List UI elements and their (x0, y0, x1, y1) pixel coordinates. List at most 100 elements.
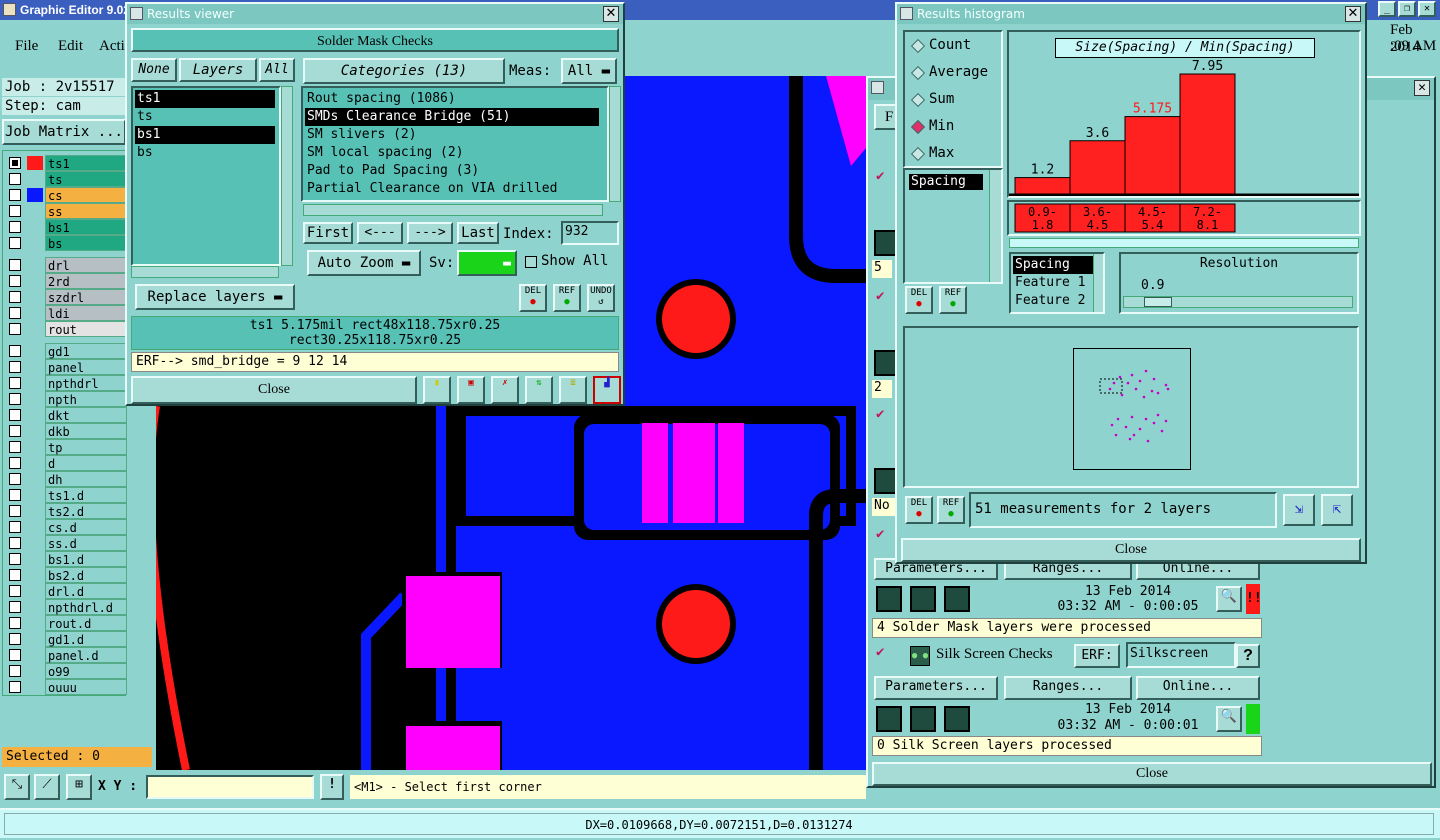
layer-name[interactable]: dkb (45, 423, 127, 439)
layer-result-item[interactable]: ts1 (135, 90, 275, 108)
layer-row[interactable]: cs (5, 187, 127, 203)
menu-actions[interactable]: Acti (99, 38, 125, 55)
viewer-close-button[interactable]: Close (131, 376, 417, 404)
layer-checkbox[interactable] (9, 237, 21, 249)
check-mark-icon[interactable]: ✔ (876, 288, 884, 304)
layer-checkbox[interactable] (9, 221, 21, 233)
viewer-close-icon[interactable]: ✕ (603, 6, 619, 22)
layer-row[interactable]: bs2.d (5, 567, 127, 583)
checklist-close-button[interactable]: Close (872, 762, 1432, 786)
xy-input[interactable] (146, 775, 314, 799)
layer-name[interactable]: ts (45, 171, 127, 187)
sv-color-dropdown[interactable]: ▬ (457, 250, 517, 276)
resolution-slider[interactable] (1123, 296, 1353, 308)
histogram-close-icon[interactable]: ✕ (1345, 6, 1361, 22)
check-mark-icon[interactable]: ✔ (876, 526, 884, 542)
silk-online-button[interactable]: Online... (1136, 676, 1260, 700)
layer-checkbox[interactable] (9, 505, 21, 517)
layer-checkbox[interactable] (9, 489, 21, 501)
layer-checkbox[interactable] (9, 569, 21, 581)
warning-icon[interactable]: ! (320, 774, 344, 800)
layer-row[interactable]: ouuu (5, 679, 127, 695)
option-radio-icon[interactable] (910, 65, 926, 81)
layer-row[interactable]: ss.d (5, 535, 127, 551)
layer-checkbox[interactable] (9, 601, 21, 613)
layers-button[interactable]: Layers (179, 58, 257, 82)
export-icon[interactable]: ⇲ (1283, 494, 1315, 526)
category-item[interactable]: SM slivers (2) (305, 126, 599, 144)
layer-color-swatch[interactable] (27, 376, 43, 390)
layer-color-swatch[interactable] (27, 664, 43, 678)
layer-color-swatch[interactable] (27, 290, 43, 304)
layer-checkbox[interactable] (9, 275, 21, 287)
layer-color-swatch[interactable] (27, 648, 43, 662)
option-radio-icon[interactable] (910, 119, 926, 135)
layer-row[interactable]: drl.d (5, 583, 127, 599)
layer-color-swatch[interactable] (27, 680, 43, 694)
layer-row[interactable]: npth (5, 391, 127, 407)
auto-zoom-dropdown[interactable]: Auto Zoom ▬ (307, 250, 421, 276)
option-label[interactable]: Max (929, 145, 954, 161)
layer-name[interactable]: panel (45, 359, 127, 375)
layer-checkbox[interactable] (9, 473, 21, 485)
category-item[interactable]: Pad to Pad Spacing (3) (305, 162, 599, 180)
silk-zoom-icon[interactable]: 🔍 (1216, 706, 1242, 732)
option-label[interactable]: Average (929, 64, 988, 80)
layer-row[interactable]: cs.d (5, 519, 127, 535)
layer-checkbox[interactable] (9, 189, 21, 201)
layer-checkbox[interactable] (9, 157, 21, 169)
histogram-ref-icon[interactable]: REF ● (939, 286, 967, 314)
first-button[interactable]: First (303, 222, 353, 244)
histogram-hscroll[interactable] (1009, 238, 1359, 248)
layer-row[interactable]: ts1.d (5, 487, 127, 503)
layer-color-swatch[interactable] (27, 424, 43, 438)
layer-checkbox[interactable] (9, 537, 21, 549)
layer-checkbox[interactable] (9, 409, 21, 421)
feature-item-2[interactable]: Feature 2 (1013, 292, 1093, 310)
histogram-bar[interactable] (1179, 73, 1236, 196)
layer-name[interactable]: ss (45, 203, 127, 219)
notes-icon[interactable]: ≣ (559, 376, 587, 404)
layer-name[interactable]: o99 (45, 663, 127, 679)
layer-checkbox[interactable] (9, 205, 21, 217)
option-radio-icon[interactable] (910, 38, 926, 54)
layer-name[interactable]: cs (45, 187, 127, 203)
layer-checkbox[interactable] (9, 649, 21, 661)
next-button[interactable]: ---> (407, 222, 453, 244)
layer-name[interactable]: rout (45, 321, 127, 337)
layer-row[interactable]: gd1 (5, 343, 127, 359)
layer-result-item[interactable]: bs1 (135, 126, 275, 144)
layer-color-swatch[interactable] (27, 568, 43, 582)
menu-edit[interactable]: Edit (58, 38, 83, 55)
category-item[interactable]: SMDs Clearance Bridge (51) (305, 108, 599, 126)
spacing-scrollbar[interactable] (989, 170, 1001, 282)
layer-name[interactable]: bs2.d (45, 567, 127, 583)
close-icon[interactable]: ✕ (1418, 1, 1436, 17)
none-button[interactable]: None (131, 58, 177, 82)
scatter-del-icon[interactable]: DEL ● (905, 496, 933, 524)
run-icon[interactable] (876, 706, 902, 732)
layer-row[interactable]: o99 (5, 663, 127, 679)
menu-file[interactable]: File (15, 38, 38, 55)
layer-name[interactable]: d (45, 455, 127, 471)
layer-color-swatch[interactable] (27, 632, 43, 646)
layer-name[interactable]: npthdrl (45, 375, 127, 391)
layer-row[interactable]: rout (5, 321, 127, 337)
prev-button[interactable]: <--- (357, 222, 403, 244)
layer-checkbox[interactable] (9, 617, 21, 629)
viewer-del-icon[interactable]: DEL ● (519, 284, 547, 312)
layer-color-swatch[interactable] (27, 488, 43, 502)
category-item[interactable]: Partial Clearance on VIA drilled (305, 180, 599, 198)
layer-color-swatch[interactable] (27, 552, 43, 566)
layer-row[interactable]: d (5, 455, 127, 471)
layer-name[interactable]: szdrl (45, 289, 127, 305)
check-mark-icon[interactable]: ✔ (876, 168, 884, 184)
layer-color-swatch[interactable] (27, 600, 43, 614)
layer-list-hscroll[interactable] (131, 266, 279, 278)
category-item[interactable]: SM local spacing (2) (305, 144, 599, 162)
layer-row[interactable]: dh (5, 471, 127, 487)
layer-name[interactable]: ts1 (45, 155, 127, 171)
layer-color-swatch[interactable] (27, 536, 43, 550)
layer-name[interactable]: dh (45, 471, 127, 487)
job-matrix-button[interactable]: Job Matrix ... (2, 119, 126, 145)
